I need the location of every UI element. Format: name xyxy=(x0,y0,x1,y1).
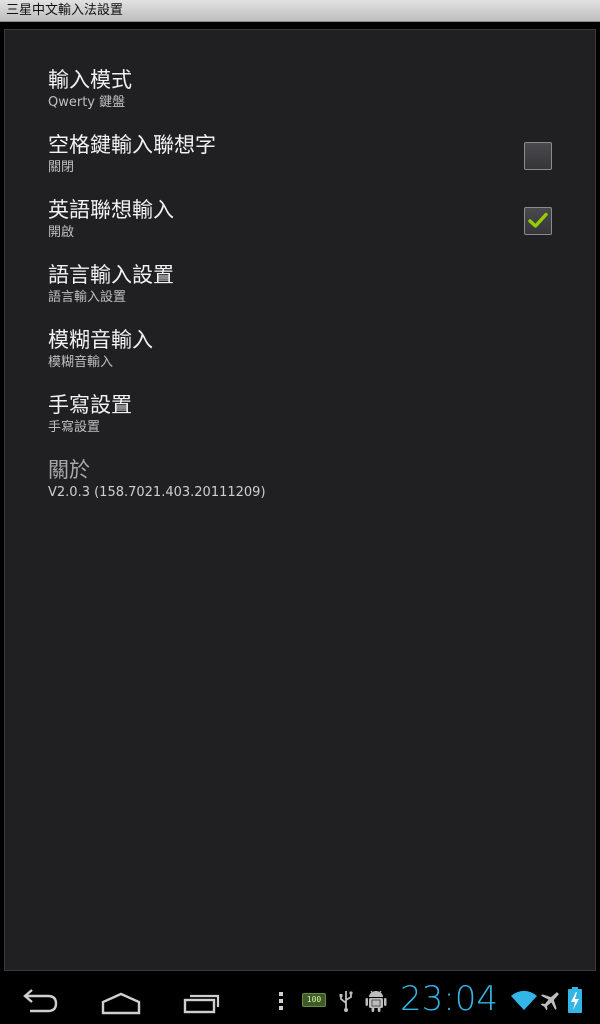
pref-summary: 關閉 xyxy=(48,160,75,175)
pref-handwriting-settings[interactable]: 手寫設置 手寫設置 xyxy=(48,392,588,452)
pref-title: 空格鍵輸入聯想字 xyxy=(48,133,216,157)
airplane-icon xyxy=(540,992,559,1011)
pref-title: 語言輸入設置 xyxy=(48,263,174,287)
settings-list: 輸入模式 Qwerty 鍵盤 空格鍵輸入聯想字 關閉 英語聯想輸入 開啟 語言輸… xyxy=(4,29,596,971)
pref-about: 關於 V2.0.3 (158.7021.403.20111209) xyxy=(48,457,588,517)
pref-space-key-prediction[interactable]: 空格鍵輸入聯想字 關閉 xyxy=(48,132,588,192)
space-key-prediction-checkbox[interactable] xyxy=(524,142,552,170)
window-title-bar: 三星中文輸入法設置 xyxy=(0,0,600,22)
recent-apps-button[interactable] xyxy=(178,984,226,1016)
android-debug-icon xyxy=(365,990,387,1012)
pref-title: 英語聯想輸入 xyxy=(48,198,174,222)
menu-dots-icon[interactable] xyxy=(278,990,284,1012)
pref-title: 模糊音輸入 xyxy=(48,328,153,352)
pref-summary: Qwerty 鍵盤 xyxy=(48,95,126,110)
pref-summary: 模糊音輸入 xyxy=(48,355,114,370)
checkmark-icon xyxy=(528,212,548,228)
pref-title: 輸入模式 xyxy=(48,68,132,92)
system-navigation-bar: 100 23:04 xyxy=(0,976,600,1024)
pref-title: 手寫設置 xyxy=(48,393,132,417)
english-prediction-checkbox[interactable] xyxy=(524,207,552,235)
pref-language-input-settings[interactable]: 語言輸入設置 語言輸入設置 xyxy=(48,262,588,322)
pref-english-prediction[interactable]: 英語聯想輸入 開啟 xyxy=(48,197,588,257)
status-clock[interactable]: 23:04 xyxy=(400,979,498,1019)
battery-100-icon: 100 xyxy=(302,993,326,1007)
pref-fuzzy-pinyin[interactable]: 模糊音輸入 模糊音輸入 xyxy=(48,327,588,387)
pref-input-mode[interactable]: 輸入模式 Qwerty 鍵盤 xyxy=(48,67,588,127)
usb-icon xyxy=(339,991,353,1012)
home-icon xyxy=(101,992,141,1015)
pref-summary: 手寫設置 xyxy=(48,420,101,435)
back-button[interactable] xyxy=(16,984,64,1016)
pref-summary: 語言輸入設置 xyxy=(48,290,127,305)
back-icon xyxy=(23,989,58,1013)
battery-charging-icon xyxy=(568,987,582,1013)
home-button[interactable] xyxy=(96,984,146,1016)
window-title: 三星中文輸入法設置 xyxy=(6,3,124,18)
recent-apps-icon xyxy=(183,994,220,1014)
pref-title: 關於 xyxy=(48,458,90,482)
pref-summary: 開啟 xyxy=(48,225,75,240)
version-text: V2.0.3 (158.7021.403.20111209) xyxy=(48,485,266,500)
wifi-icon xyxy=(511,990,537,1010)
